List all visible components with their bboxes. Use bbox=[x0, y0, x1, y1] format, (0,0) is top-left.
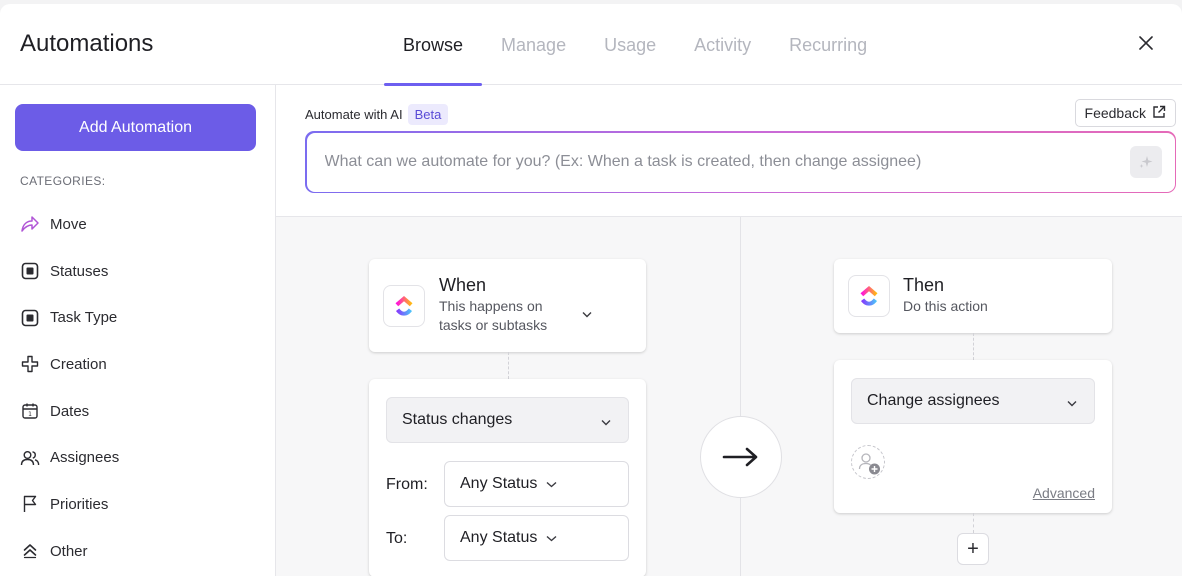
chevron-down-icon bbox=[546, 475, 557, 493]
sidebar-item-label: Task Type bbox=[50, 309, 118, 327]
users-icon bbox=[20, 448, 40, 468]
tab-bar: Browse Manage Usage Activity Recurring bbox=[384, 4, 886, 86]
add-assignee-icon[interactable] bbox=[851, 445, 885, 479]
advanced-link[interactable]: Advanced bbox=[1033, 485, 1095, 501]
sidebar-item-label: Statuses bbox=[50, 262, 109, 280]
external-link-icon bbox=[1152, 105, 1166, 122]
to-label: To: bbox=[386, 530, 408, 547]
canvas-divider bbox=[740, 217, 741, 576]
from-status-value: Any Status bbox=[460, 475, 538, 492]
categories-label: CATEGORIES: bbox=[20, 174, 106, 188]
sidebar-item-assignees[interactable]: Assignees bbox=[0, 434, 275, 481]
arrow-right-icon bbox=[700, 416, 782, 498]
sidebar-item-label: Move bbox=[50, 215, 87, 233]
plus-icon: + bbox=[967, 537, 979, 560]
action-select-value: Change assignees bbox=[867, 392, 1000, 409]
status-square-icon bbox=[20, 261, 40, 281]
sidebar-item-dates[interactable]: 1 Dates bbox=[0, 388, 275, 435]
move-arrow-icon bbox=[20, 214, 40, 234]
sidebar-item-move[interactable]: Move bbox=[0, 201, 275, 248]
creation-plus-icon bbox=[20, 354, 40, 374]
ai-label-text: Automate with AI bbox=[305, 107, 403, 122]
sidebar-item-task-type[interactable]: Task Type bbox=[0, 294, 275, 341]
add-automation-button[interactable]: Add Automation bbox=[15, 104, 256, 151]
other-icon bbox=[20, 541, 40, 561]
task-type-square-icon bbox=[20, 308, 40, 328]
sparkle-icon[interactable] bbox=[1129, 145, 1162, 178]
clickup-logo-icon bbox=[848, 275, 890, 317]
clickup-logo-icon bbox=[383, 285, 425, 327]
chevron-down-icon bbox=[546, 529, 557, 547]
trigger-config-card: Status changes From: Any Status To: Any … bbox=[369, 379, 646, 576]
action-title: Then bbox=[903, 275, 945, 295]
action-config-card: Change assignees Advanced bbox=[834, 360, 1112, 513]
ai-prompt-inner bbox=[306, 132, 1175, 192]
sidebar: Add Automation CATEGORIES: Move Statuses… bbox=[0, 85, 276, 576]
from-status-select[interactable]: Any Status bbox=[444, 461, 629, 507]
automations-modal: Automations Browse Manage Usage Activity… bbox=[0, 4, 1182, 576]
tab-usage[interactable]: Usage bbox=[585, 4, 675, 85]
sidebar-item-label: Priorities bbox=[50, 495, 109, 513]
sidebar-item-label: Dates bbox=[50, 402, 90, 420]
tab-browse[interactable]: Browse bbox=[384, 4, 483, 86]
automation-canvas: When This happens on tasks or subtasks S… bbox=[276, 216, 1182, 576]
trigger-card[interactable]: When This happens on tasks or subtasks bbox=[369, 259, 646, 352]
close-icon[interactable] bbox=[1136, 34, 1156, 54]
connector-line bbox=[508, 352, 509, 379]
sidebar-item-label: Assignees bbox=[50, 449, 120, 467]
sidebar-item-priorities[interactable]: Priorities bbox=[0, 481, 275, 528]
chevron-down-icon[interactable] bbox=[582, 307, 592, 321]
to-status-value: Any Status bbox=[460, 529, 538, 546]
trigger-select-value: Status changes bbox=[402, 411, 513, 428]
feedback-label: Feedback bbox=[1084, 105, 1146, 121]
from-label: From: bbox=[386, 476, 428, 493]
feedback-button[interactable]: Feedback bbox=[1074, 99, 1176, 127]
trigger-title: When bbox=[439, 275, 487, 295]
beta-badge: Beta bbox=[407, 104, 449, 125]
tab-manage[interactable]: Manage bbox=[482, 4, 585, 85]
category-list: Move Statuses Task Type Creation 1 Dates… bbox=[0, 201, 275, 575]
action-card[interactable]: Then Do this action bbox=[834, 259, 1112, 333]
calendar-icon: 1 bbox=[20, 401, 40, 421]
trigger-subtitle-2: tasks or subtasks bbox=[439, 317, 548, 333]
tab-activity[interactable]: Activity bbox=[675, 4, 770, 85]
action-select[interactable]: Change assignees bbox=[851, 378, 1095, 424]
page-title: Automations bbox=[20, 30, 154, 57]
sidebar-item-creation[interactable]: Creation bbox=[0, 341, 275, 388]
ai-section-label: Automate with AI Beta bbox=[305, 104, 449, 125]
sidebar-item-label: Creation bbox=[50, 355, 107, 373]
ai-prompt-input[interactable] bbox=[324, 132, 1115, 192]
connector-line bbox=[973, 333, 974, 360]
chevron-down-icon bbox=[601, 415, 611, 429]
connector-line bbox=[973, 513, 974, 533]
ai-prompt-box bbox=[305, 131, 1176, 193]
trigger-select[interactable]: Status changes bbox=[386, 397, 629, 443]
sidebar-item-label: Other bbox=[50, 542, 88, 560]
chevron-down-icon bbox=[1067, 396, 1077, 410]
main-panel: Automate with AI Beta Feedback What can … bbox=[276, 85, 1182, 576]
sidebar-item-other[interactable]: Other bbox=[0, 528, 275, 575]
tab-recurring[interactable]: Recurring bbox=[770, 4, 886, 85]
action-subtitle: Do this action bbox=[903, 298, 988, 314]
modal-header: Automations Browse Manage Usage Activity… bbox=[0, 4, 1182, 86]
add-step-button[interactable]: + bbox=[957, 533, 989, 565]
trigger-subtitle-1: This happens on bbox=[439, 298, 543, 314]
sidebar-item-statuses[interactable]: Statuses bbox=[0, 248, 275, 295]
to-status-select[interactable]: Any Status bbox=[444, 515, 629, 561]
svg-text:1: 1 bbox=[28, 411, 32, 418]
flag-icon bbox=[20, 494, 40, 514]
